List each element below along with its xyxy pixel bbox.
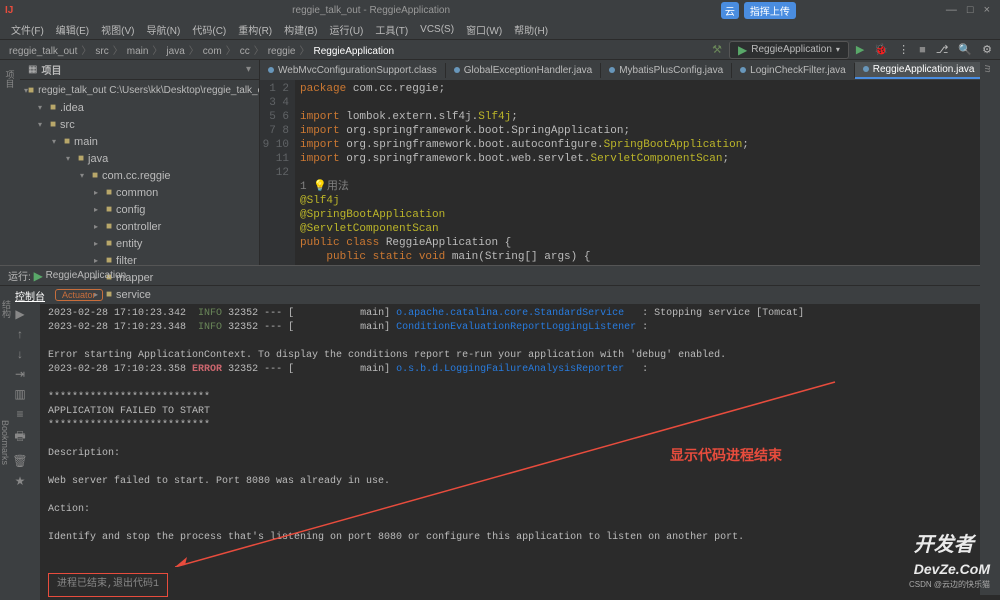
project-tab[interactable]: 项目	[4, 70, 17, 88]
filter-icon[interactable]: ≡	[16, 407, 23, 421]
maximize-icon[interactable]: □	[967, 4, 974, 16]
menu-item[interactable]: 帮助(H)	[508, 22, 554, 37]
crumb[interactable]: cc	[236, 46, 254, 57]
menu-item[interactable]: 运行(U)	[323, 22, 369, 37]
crumb[interactable]: src	[91, 46, 112, 57]
more-icon[interactable]: ⋮	[895, 43, 912, 56]
run-config-name: ReggieApplication	[751, 44, 832, 55]
menu-item[interactable]: 重构(R)	[232, 22, 278, 37]
editor-tab[interactable]: LoginCheckFilter.java	[732, 63, 855, 78]
run-tool-window: 运行: ▶ ReggieApplication — 控制台 Actuator ▶…	[0, 265, 1000, 600]
editor-tab[interactable]: MybatisPlusConfig.java	[601, 63, 732, 78]
run-config-selector[interactable]: ▶ ReggieApplication ▾	[729, 41, 849, 59]
actuator-tab[interactable]: Actuator	[55, 289, 103, 301]
window-controls: — □ ×	[946, 4, 995, 16]
titlebar: IJ reggie_talk_out - ReggieApplication 云…	[0, 0, 1000, 20]
csdn-watermark: CSDN @云边的快乐猫	[909, 579, 990, 590]
trash-icon[interactable]: 🗑	[12, 454, 27, 468]
tree-item[interactable]: ▸■entity	[20, 235, 259, 252]
wrap-icon[interactable]: ⇥	[15, 367, 25, 381]
rerun-button[interactable]: ▶	[15, 307, 24, 321]
tree-item[interactable]: ▸■controller	[20, 218, 259, 235]
code-editor[interactable]: 1 2 3 4 5 6 7 8 9 10 11 12 package com.c…	[260, 80, 1000, 265]
menu-item[interactable]: 窗口(W)	[460, 22, 508, 37]
exit-message: 进程已结束,退出代码1	[48, 573, 168, 597]
close-icon[interactable]: ×	[984, 4, 990, 16]
project-header: ▦ 项目 ▾	[20, 60, 259, 80]
menu-item[interactable]: 工具(T)	[369, 22, 414, 37]
run-name: ReggieApplication	[46, 270, 127, 281]
editor-tab[interactable]: WebMvcConfigurationSupport.class	[260, 63, 446, 78]
left-gutter: 项目	[0, 60, 20, 265]
play-icon: ▶	[738, 43, 747, 57]
build-icon[interactable]: ⚒	[709, 43, 725, 56]
project-panel: ▦ 项目 ▾ ▾■ reggie_talk_out C:\Users\kk\De…	[20, 60, 260, 265]
run-button[interactable]: ▶	[853, 43, 867, 56]
chevron-down-icon[interactable]: ▾	[246, 64, 251, 75]
up-icon[interactable]: ↑	[17, 327, 23, 341]
print-icon[interactable]: 🖶	[14, 427, 25, 448]
app-icon: IJ	[5, 5, 13, 16]
git-icon[interactable]: ⎇	[933, 43, 952, 56]
run-label: 运行:	[8, 268, 31, 283]
cloud-icon[interactable]: 云	[721, 2, 739, 19]
tree-item[interactable]: ▸■filter	[20, 252, 259, 269]
menu-item[interactable]: 视图(V)	[95, 22, 140, 37]
toolbar: ⚒ ▶ ReggieApplication ▾ ▶ 🐞 ⋮ ■ ⎇ 🔍 ⚙	[709, 41, 995, 59]
editor-area: WebMvcConfigurationSupport.classGlobalEx…	[260, 60, 1000, 265]
window-title: reggie_talk_out - ReggieApplication	[21, 5, 721, 16]
layout-icon[interactable]: ▥	[14, 387, 25, 401]
menu-item[interactable]: 文件(F)	[5, 22, 50, 37]
down-icon[interactable]: ↓	[17, 347, 23, 361]
maven-tab[interactable]: m	[980, 60, 996, 78]
play-icon: ▶	[34, 269, 43, 283]
tree-item[interactable]: ▾■main	[20, 133, 259, 150]
upload-badge[interactable]: 指挥上传	[744, 2, 796, 19]
crumb[interactable]: reggie	[264, 46, 300, 57]
editor-tabs: WebMvcConfigurationSupport.classGlobalEx…	[260, 60, 1000, 80]
tree-item[interactable]: ▾■.idea	[20, 99, 259, 116]
project-label: 项目	[41, 62, 61, 77]
crumb[interactable]: ReggieApplication	[310, 46, 399, 57]
tree-item[interactable]: ▸■config	[20, 201, 259, 218]
tree-item[interactable]: ▾■com.cc.reggie	[20, 167, 259, 184]
tree-item[interactable]: ▾■java	[20, 150, 259, 167]
star-icon[interactable]: ★	[15, 474, 26, 488]
right-gutter: m	[980, 60, 1000, 595]
tree-root[interactable]: ▾■ reggie_talk_out C:\Users\kk\Desktop\r…	[20, 82, 259, 99]
code-content[interactable]: package com.cc.reggie; import lombok.ext…	[295, 80, 1000, 265]
root-label: reggie_talk_out C:\Users\kk\Desktop\regg…	[38, 85, 259, 96]
crumb[interactable]: reggie_talk_out	[5, 46, 81, 57]
minimize-icon[interactable]: —	[946, 4, 957, 16]
watermark: 开发者 DevZe.CoM	[914, 528, 990, 580]
gutter: 1 2 3 4 5 6 7 8 9 10 11 12	[260, 80, 295, 265]
gear-icon[interactable]: ⚙	[979, 43, 995, 56]
debug-button[interactable]: 🐞	[871, 43, 891, 56]
menu-item[interactable]: 代码(C)	[186, 22, 232, 37]
breadcrumb-bar: reggie_talk_out〉src〉main〉java〉com〉cc〉reg…	[0, 40, 1000, 60]
annotation-text: 显示代码进程结束	[670, 445, 782, 465]
editor-tab[interactable]: ReggieApplication.java	[855, 62, 984, 79]
editor-tab[interactable]: GlobalExceptionHandler.java	[446, 63, 601, 78]
console-output[interactable]: 2023-02-28 17:10:23.342 INFO 32352 --- […	[40, 304, 1000, 600]
crumb[interactable]: java	[162, 46, 188, 57]
menu-item[interactable]: VCS(S)	[414, 24, 460, 35]
menu-item[interactable]: 编辑(E)	[50, 22, 95, 37]
project-folder-icon: ▦	[28, 64, 37, 75]
crumb[interactable]: com	[199, 46, 226, 57]
tree-item[interactable]: ▾■src	[20, 116, 259, 133]
structure-tab[interactable]: 结构	[0, 300, 13, 318]
menu-item[interactable]: 导航(N)	[140, 22, 186, 37]
stop-button[interactable]: ■	[916, 44, 929, 56]
search-icon[interactable]: 🔍	[955, 43, 975, 56]
bookmarks-tab[interactable]: Bookmarks	[0, 420, 10, 465]
chevron-down-icon: ▾	[836, 45, 840, 54]
tree-item[interactable]: ▸■common	[20, 184, 259, 201]
menubar: 文件(F)编辑(E)视图(V)导航(N)代码(C)重构(R)构建(B)运行(U)…	[0, 20, 1000, 40]
menu-item[interactable]: 构建(B)	[278, 22, 323, 37]
crumb[interactable]: main	[123, 46, 153, 57]
